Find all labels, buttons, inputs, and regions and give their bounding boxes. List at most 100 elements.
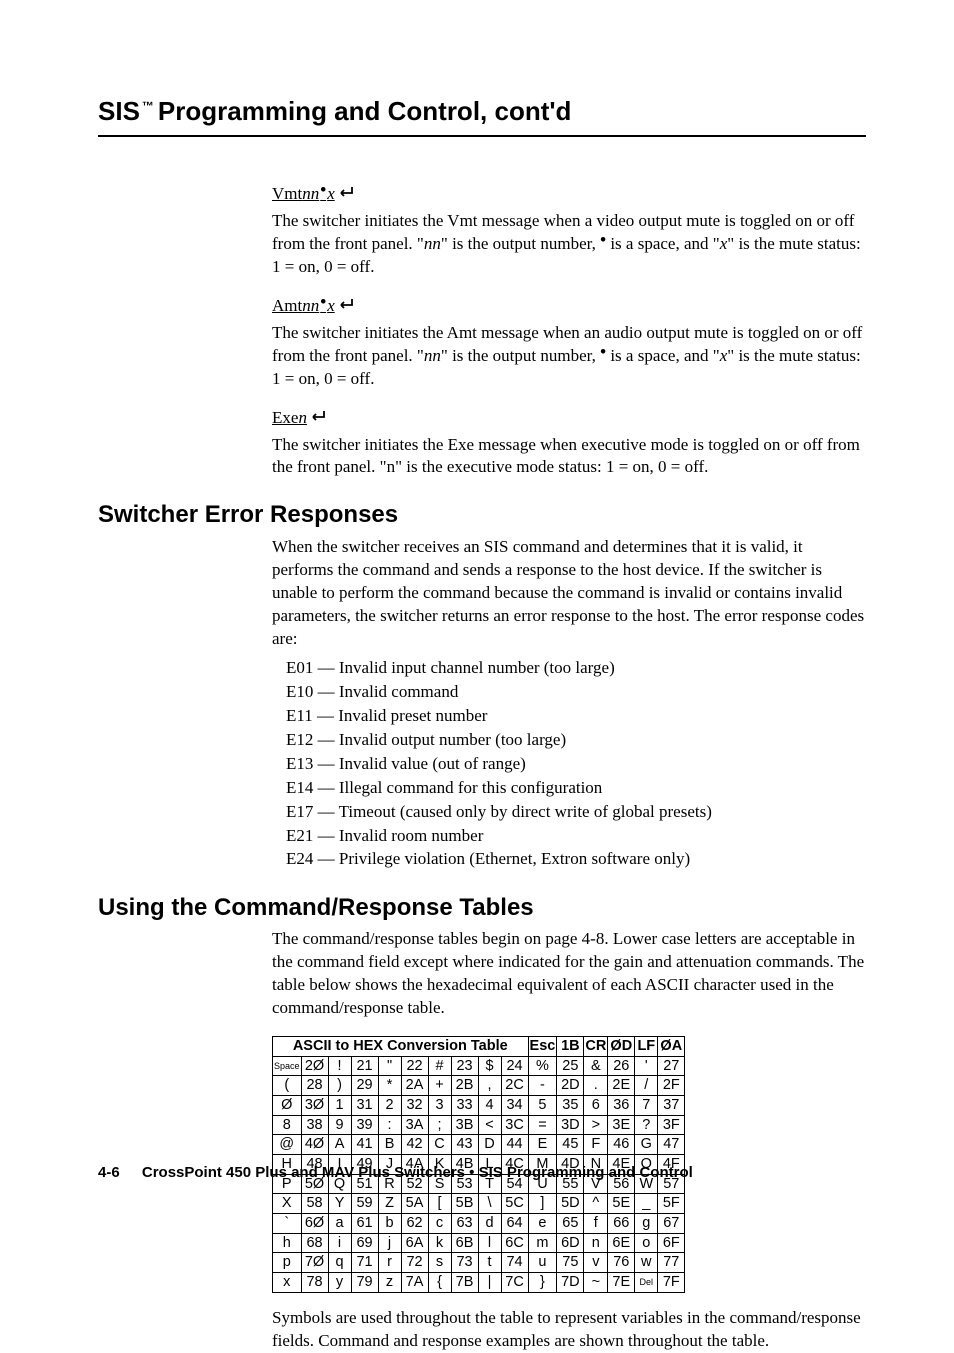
enter-icon xyxy=(307,409,327,423)
ascii-ch: q xyxy=(328,1253,351,1273)
amt-n: nn xyxy=(302,296,319,315)
ascii-hx: 26 xyxy=(608,1056,635,1076)
ascii-ch: - xyxy=(528,1076,557,1096)
footer-title: CrossPoint 450 Plus and MAV Plus Switche… xyxy=(142,1164,693,1181)
exe-n: n xyxy=(298,408,307,427)
ascii-hx: 34 xyxy=(501,1096,528,1116)
error-code: E12 — Invalid output number (too large) xyxy=(286,728,866,752)
ascii-ch: e xyxy=(528,1214,557,1234)
ascii-ch: h xyxy=(273,1233,302,1253)
ascii-hx: 39 xyxy=(351,1115,378,1135)
ascii-hx: 6C xyxy=(501,1233,528,1253)
exe-label: Exen xyxy=(272,407,866,430)
ascii-ch: r xyxy=(378,1253,401,1273)
error-code: E14 — Illegal command for this configura… xyxy=(286,776,866,800)
vmt-bullet: • xyxy=(319,180,327,199)
ascii-hx: 6A xyxy=(401,1233,428,1253)
ascii-hx: 73 xyxy=(451,1253,478,1273)
enter-icon xyxy=(335,185,355,199)
ascii-ch: " xyxy=(378,1056,401,1076)
ascii-hx: 2A xyxy=(401,1076,428,1096)
ascii-ch: * xyxy=(378,1076,401,1096)
ascii-hx: 43 xyxy=(451,1135,478,1155)
ascii-ch: 9 xyxy=(328,1115,351,1135)
ascii-ch: > xyxy=(584,1115,608,1135)
ascii-ch: t xyxy=(478,1253,501,1273)
ascii-hx: 64 xyxy=(501,1214,528,1234)
ascii-ch: ! xyxy=(328,1056,351,1076)
ascii-hx: 5B xyxy=(451,1194,478,1214)
ascii-ch: w xyxy=(635,1253,658,1273)
ascii-ch: ] xyxy=(528,1194,557,1214)
ascii-ch: # xyxy=(428,1056,451,1076)
ascii-hx: 41 xyxy=(351,1135,378,1155)
ascii-ch: 7 xyxy=(635,1096,658,1116)
ascii-ch: y xyxy=(328,1273,351,1293)
ascii-hx: 5F xyxy=(658,1194,685,1214)
ascii-ch: 1 xyxy=(328,1096,351,1116)
ascii-ch: c xyxy=(428,1214,451,1234)
ascii-hx: 6D xyxy=(557,1233,584,1253)
ascii-hx: 35 xyxy=(557,1096,584,1116)
ascii-hx: 2D xyxy=(557,1076,584,1096)
ascii-ch: = xyxy=(528,1115,557,1135)
ascii-hx: 76 xyxy=(608,1253,635,1273)
ascii-hx: 7C xyxy=(501,1273,528,1293)
ascii-hx: 32 xyxy=(401,1096,428,1116)
ascii-hx: 29 xyxy=(351,1076,378,1096)
ascii-hx: 3F xyxy=(658,1115,685,1135)
ascii-ch: X xyxy=(273,1194,302,1214)
amt-x: x xyxy=(327,296,335,315)
ascii-hx: 27 xyxy=(658,1056,685,1076)
ascii-hx: 6F xyxy=(658,1233,685,1253)
ascii-ch: ` xyxy=(273,1214,302,1234)
ascii-hx: 21 xyxy=(351,1056,378,1076)
ascii-ch: C xyxy=(428,1135,451,1155)
ascii-hx: 3A xyxy=(401,1115,428,1135)
ascii-special-ch: CR xyxy=(584,1037,608,1057)
ascii-ch: m xyxy=(528,1233,557,1253)
ascii-hx: 47 xyxy=(658,1135,685,1155)
switcher-body: When the switcher receives an SIS comman… xyxy=(98,536,866,872)
ascii-ch: 8 xyxy=(273,1115,302,1135)
ascii-ch: u xyxy=(528,1253,557,1273)
ascii-ch: { xyxy=(428,1273,451,1293)
page-footer: 4-6 CrossPoint 450 Plus and MAV Plus Swi… xyxy=(98,1163,693,1183)
ascii-hx: 5A xyxy=(401,1194,428,1214)
ascii-ch: 2 xyxy=(378,1096,401,1116)
ascii-ch: | xyxy=(478,1273,501,1293)
running-head-sis: SIS xyxy=(98,94,140,129)
ascii-hx: 23 xyxy=(451,1056,478,1076)
ascii-ch: 4 xyxy=(478,1096,501,1116)
switcher-heading: Switcher Error Responses xyxy=(98,499,866,531)
ascii-special-hx: ØD xyxy=(608,1037,635,1057)
ascii-hx: 77 xyxy=(658,1253,685,1273)
ascii-ch: G xyxy=(635,1135,658,1155)
using-body: The command/response tables begin on pag… xyxy=(98,928,866,1352)
error-code: E21 — Invalid room number xyxy=(286,824,866,848)
ascii-hx: 45 xyxy=(557,1135,584,1155)
vmt-pre: Vmt xyxy=(272,184,302,203)
ascii-hx: 38 xyxy=(301,1115,328,1135)
ascii-hx: 42 xyxy=(401,1135,428,1155)
ascii-ch: Ø xyxy=(273,1096,302,1116)
vmt-x: x xyxy=(327,184,335,203)
ascii-hx: 46 xyxy=(608,1135,635,1155)
ascii-hx: 58 xyxy=(301,1194,328,1214)
error-codes: E01 — Invalid input channel number (too … xyxy=(272,656,866,871)
amt-bullet: • xyxy=(319,292,327,311)
ascii-ch: , xyxy=(478,1076,501,1096)
ascii-ch: ( xyxy=(273,1076,302,1096)
ascii-ch: E xyxy=(528,1135,557,1155)
ascii-ch: o xyxy=(635,1233,658,1253)
ascii-ch: % xyxy=(528,1056,557,1076)
error-code: E10 — Invalid command xyxy=(286,680,866,704)
ascii-ch: ^ xyxy=(584,1194,608,1214)
ascii-ch: z xyxy=(378,1273,401,1293)
ascii-hx: 66 xyxy=(608,1214,635,1234)
ascii-hx: 7D xyxy=(557,1273,584,1293)
error-code: E11 — Invalid preset number xyxy=(286,704,866,728)
ascii-ch: ? xyxy=(635,1115,658,1135)
ascii-hx: 59 xyxy=(351,1194,378,1214)
ascii-ch: / xyxy=(635,1076,658,1096)
